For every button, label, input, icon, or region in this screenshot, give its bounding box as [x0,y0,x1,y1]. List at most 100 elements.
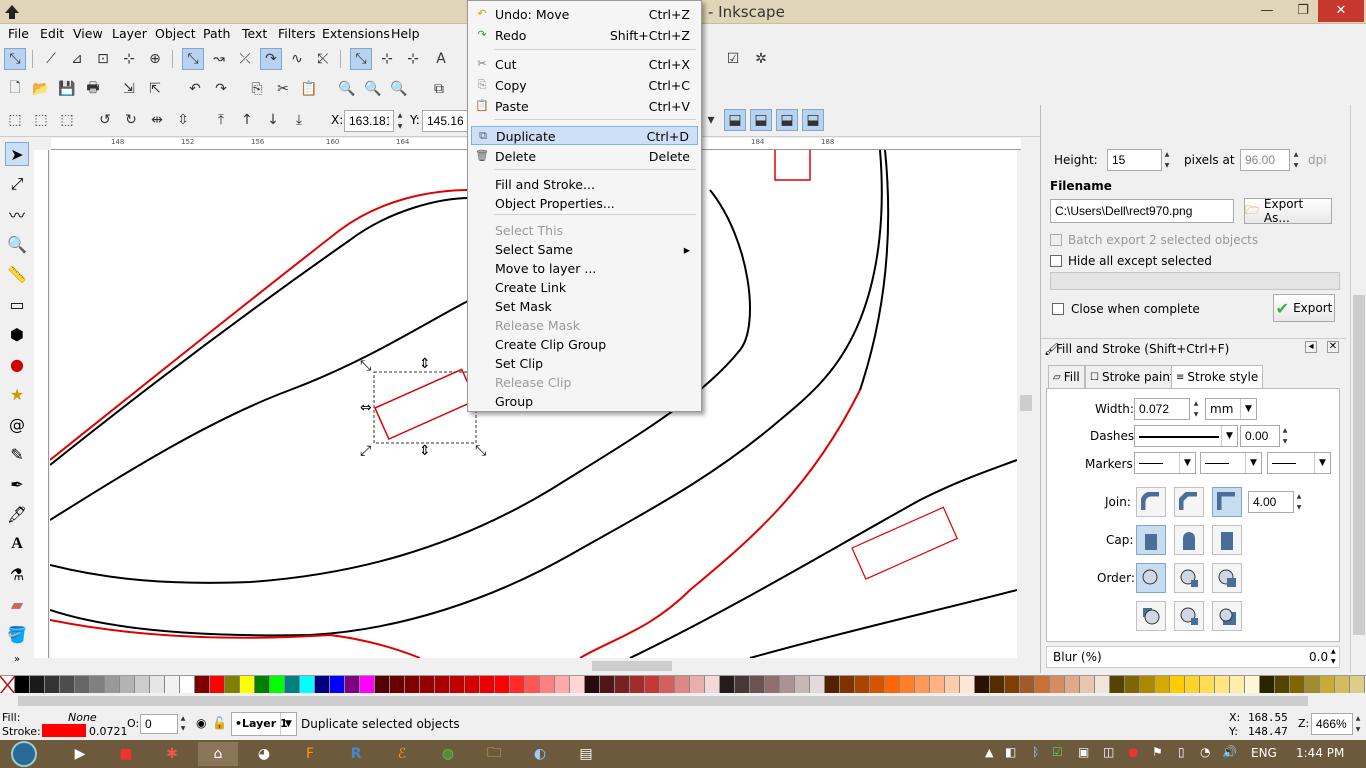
color-swatch[interactable] [420,676,435,693]
miter-limit-input[interactable] [1248,491,1294,513]
start-button[interactable] [4,741,44,767]
menu-object[interactable]: Object [155,26,196,41]
context-menu-item-set-clip[interactable]: Set Clip [471,354,698,373]
color-swatch[interactable] [390,676,405,693]
handle-n-icon[interactable]: ⇕ [419,356,431,372]
panel-iconify-icon[interactable]: ◂ [1305,341,1317,353]
ellipse-tool-icon[interactable]: ● [5,352,29,376]
tray-security-icon[interactable]: ☑ [1052,745,1063,759]
color-swatch[interactable] [1050,676,1065,693]
clock[interactable]: 1:44 PM [1296,746,1344,760]
move-patterns-icon[interactable]: ⬓ [802,109,824,131]
raise-top-icon[interactable]: ⤒ [210,109,232,131]
tab-fill[interactable]: ▱ Fill [1048,365,1085,389]
snap-line-mid-icon[interactable]: ⤪ [312,48,334,70]
color-swatch[interactable] [1110,676,1125,693]
tray-app-icon[interactable]: ▣ [1078,745,1089,759]
new-document-icon[interactable]: 🗋 [4,78,26,100]
handle-w-icon[interactable]: ⇔ [360,400,372,416]
stroke-color-swatch[interactable] [42,724,86,737]
color-swatch[interactable] [1035,676,1050,693]
minimize-button[interactable]: — [1250,0,1284,22]
export-icon[interactable]: ⇱ [144,78,166,100]
color-swatch[interactable] [1305,676,1320,693]
scale-radius-icon[interactable]: ⬓ [750,109,772,131]
language-indicator[interactable]: ENG [1251,746,1277,760]
snap-nodes-icon[interactable]: ⤡ [182,48,204,70]
width-unit-select[interactable]: mm ▼ [1205,398,1257,420]
snap-corner-icon[interactable]: ⊡ [92,48,114,70]
color-swatch[interactable] [840,676,855,693]
star-tool-icon[interactable]: ★ [5,382,29,406]
color-swatch[interactable] [1140,676,1155,693]
color-swatch[interactable] [375,676,390,693]
color-swatch[interactable] [1065,676,1080,693]
dropdown-arrow-icon[interactable]: ▾ [700,109,722,131]
color-swatch[interactable] [735,676,750,693]
handle-sw-icon[interactable]: ⤢ [360,443,371,459]
zoom-input[interactable] [1311,713,1353,735]
color-swatch[interactable] [555,676,570,693]
select-all-icon[interactable]: ⬚ [4,109,26,131]
3d-box-tool-icon[interactable]: ⬢ [5,322,29,346]
cap-butt-icon[interactable] [1136,525,1166,555]
color-swatch[interactable] [600,676,615,693]
miter-limit-spinner[interactable]: ▲ ▼ [1294,491,1304,513]
tweak-tool-icon[interactable]: 〰 [5,202,29,226]
dpi-input[interactable] [1240,149,1290,171]
palette-scrollbar[interactable] [0,694,1366,708]
menu-text[interactable]: Text [242,26,267,41]
zoom-tool-icon[interactable]: 🔍 [5,232,29,256]
join-round-icon[interactable] [1136,487,1166,517]
tray-record-icon[interactable]: ● [1128,745,1138,759]
color-swatch[interactable] [930,676,945,693]
cap-round-icon[interactable] [1174,525,1204,555]
color-swatch[interactable] [960,676,975,693]
color-swatch[interactable] [525,676,540,693]
color-swatch[interactable] [765,676,780,693]
snap-intersection-icon[interactable]: ⤫ [234,48,256,70]
spray-tool-icon[interactable]: ⚗ [5,562,29,586]
batch-export-checkbox[interactable] [1050,234,1062,246]
x-spinner[interactable]: ▲ ▼ [395,110,405,132]
color-swatch[interactable] [825,676,840,693]
context-menu-item-duplicate[interactable]: ⧉ Duplicate Ctrl+D [471,126,698,145]
tray-flag-icon[interactable]: ⚑ [1152,745,1163,759]
color-swatch[interactable] [450,676,465,693]
deselect-icon[interactable]: ⬚ [56,109,78,131]
eraser-tool-icon[interactable]: ▰ [5,592,29,616]
filename-input[interactable] [1050,199,1234,223]
dash-offset-spinner[interactable]: ▲ ▼ [1280,425,1290,447]
order-markers-stroke-fill-icon[interactable] [1212,601,1242,631]
x-input[interactable] [344,110,394,132]
color-swatch[interactable] [15,676,30,693]
color-swatch[interactable] [1155,676,1170,693]
color-swatch[interactable] [195,676,210,693]
tray-network-icon[interactable]: ◧ [1005,745,1016,759]
canvas-horizontal-scrollbar[interactable] [50,658,1020,674]
snap-text-icon[interactable]: A [430,48,452,70]
start-marker-select[interactable]: ▼ [1134,452,1196,474]
dock-scroll-thumb[interactable] [1353,295,1365,635]
color-swatch[interactable] [480,676,495,693]
color-swatch[interactable] [1005,676,1020,693]
color-swatch[interactable] [150,676,165,693]
taskbar-notepad-icon[interactable]: ▤ [566,742,606,766]
color-swatch[interactable] [1245,676,1260,693]
scale-stroke-icon[interactable]: ⬓ [724,109,746,131]
stroke-width-value[interactable]: 0.0721 [89,725,128,738]
color-swatch[interactable] [660,676,675,693]
color-swatch[interactable] [630,676,645,693]
cap-square-icon[interactable] [1212,525,1242,555]
color-swatch[interactable] [975,676,990,693]
opacity-input[interactable] [140,714,178,734]
tray-up-arrow-icon[interactable]: ▲ [985,746,993,759]
spiral-tool-icon[interactable]: @ [5,412,29,436]
hide-all-checkbox[interactable] [1050,255,1062,267]
menu-layer[interactable]: Layer [112,26,147,41]
taskbar-settings-icon[interactable]: ✱ [152,742,192,766]
color-swatch[interactable] [120,676,135,693]
flip-horizontal-icon[interactable]: ⇹ [146,109,168,131]
color-swatch[interactable] [510,676,525,693]
color-swatch[interactable] [705,676,720,693]
